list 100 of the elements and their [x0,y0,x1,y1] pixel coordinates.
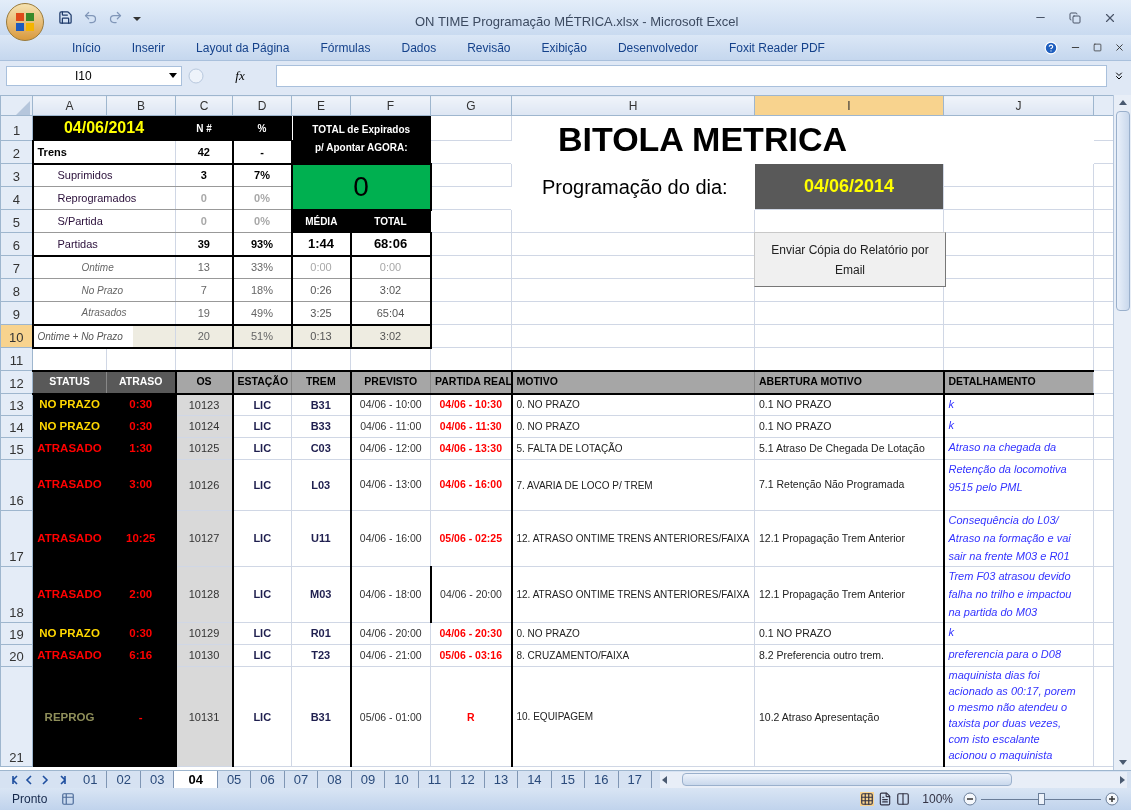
sheet-tab[interactable]: 04 [174,770,218,789]
column-header[interactable]: F [350,95,431,116]
expand-formula-icon[interactable] [1113,69,1125,82]
row-header[interactable]: 14 [0,415,33,438]
zoom-in-icon[interactable] [1105,792,1119,806]
column-header[interactable]: D [232,95,292,116]
table-cell: L03 [291,459,351,511]
column-header[interactable]: A [32,95,107,116]
zoom-thumb[interactable] [1037,793,1045,805]
ribbon-tab[interactable]: Foxit Reader PDF [728,38,825,57]
save-icon[interactable] [58,10,73,25]
scroll-thumb[interactable] [682,773,1012,786]
previous-sheet-icon[interactable] [24,774,34,785]
table-cell: 7% [232,163,292,187]
table-cell: 18% [232,278,292,302]
row-header[interactable]: 10 [0,324,33,348]
row-header[interactable]: 2 [0,140,33,164]
row-header[interactable]: 7 [0,255,33,279]
row-label: Trens [32,140,176,164]
restore-icon[interactable] [1069,11,1081,24]
table-cell: 10125 [175,437,233,460]
column-header[interactable]: C [175,95,233,116]
zoom-level[interactable]: 100% [922,790,953,808]
ribbon-tab[interactable]: Layout da Página [196,38,290,57]
ribbon-tab[interactable]: Inserir [131,38,166,57]
column-header[interactable]: I [754,95,944,116]
normal-view-icon[interactable] [860,792,875,806]
ribbon-tab[interactable]: Início [72,38,101,57]
column-heading: DETALHAMENTO [943,370,1094,394]
row-label: Partidas [32,232,176,256]
table-cell: LIC [232,644,292,667]
office-button[interactable] [6,2,44,41]
row-header[interactable]: 1 [0,115,33,141]
column-header[interactable]: E [291,95,351,116]
row-header[interactable]: 16 [0,459,33,511]
scroll-right-icon[interactable] [1117,774,1127,785]
next-sheet-icon[interactable] [40,774,50,785]
row-header[interactable]: 3 [0,163,33,187]
dropdown-caret-icon[interactable] [169,72,177,79]
row-header[interactable]: 21 [0,666,33,767]
row-label: Reprogramados [32,186,176,210]
close-icon[interactable] [1114,42,1125,53]
row-header[interactable]: 8 [0,278,33,302]
row-header[interactable]: 17 [0,510,33,567]
ribbon-tab[interactable]: Fórmulas [320,38,371,57]
row-header[interactable]: 13 [0,393,33,416]
row-header[interactable]: 5 [0,209,33,233]
ribbon-tab[interactable]: Revisão [467,38,511,57]
row-header[interactable]: 19 [0,622,33,645]
row-header[interactable]: 6 [0,232,33,256]
table-cell: 5.1 Atraso De Chegada De Lotação [754,437,944,460]
row-label: Atrasados [32,301,176,325]
formula-input[interactable] [276,64,1107,87]
row-header[interactable]: 20 [0,644,33,667]
restore-icon[interactable] [1093,43,1102,52]
page-layout-icon[interactable] [878,792,893,806]
row-header[interactable]: 11 [0,347,33,371]
table-cell: 10:25 [106,510,176,567]
table-cell: 10126 [175,459,233,511]
ribbon-tab[interactable]: Dados [401,38,437,57]
row-header[interactable]: 18 [0,566,33,623]
table-cell: B31 [291,666,351,767]
column-header[interactable]: H [511,95,755,116]
zoom-out-icon[interactable] [963,792,977,806]
ribbon-tab[interactable]: Desenvolvedor [617,38,698,57]
table-cell: 7.1 Retenção Não Programada [754,459,944,511]
table-cell: 0% [232,209,292,233]
table-cell: LIC [232,666,292,767]
scroll-left-icon[interactable] [660,774,670,785]
table-cell: 8.2 Preferencia outro trem. [754,644,944,667]
table-cell: - [232,140,292,164]
email-report-button[interactable]: Enviar Cópia do Relatório por Email [754,232,946,287]
help-icon[interactable] [1044,40,1058,55]
table-cell: 04/06 - 13:00 [350,459,431,511]
scroll-thumb[interactable] [1115,111,1130,311]
detail-cell: k [943,415,1094,438]
ribbon-tab[interactable]: Exibição [541,38,587,57]
table-cell: 10.2 Atraso Apresentação [754,666,944,767]
page-break-icon[interactable] [896,792,911,806]
row-label: Suprimidos [32,163,176,187]
row-header[interactable]: 9 [0,301,33,325]
table-cell: 39 [175,232,233,256]
insert-function-button[interactable]: fx [210,65,270,86]
row-header[interactable]: 4 [0,186,33,210]
table-cell: 42 [175,140,233,164]
row-header[interactable]: 15 [0,437,33,460]
vertical-scrollbar[interactable] [1113,95,1131,770]
column-header[interactable]: J [943,95,1094,116]
table-cell: LIC [232,622,292,645]
horizontal-scrollbar[interactable] [660,771,1127,788]
column-heading: ABERTURA MOTIVO [754,370,944,394]
table-cell: 04/06 - 20:30 [430,622,512,645]
column-header[interactable]: G [430,95,512,116]
table-cell: 0 [175,186,233,210]
row-header[interactable]: 12 [0,370,33,394]
table-cell: 04/06 - 11:30 [430,415,512,438]
table-cell: C03 [291,437,351,460]
table-cell: LIC [232,437,292,460]
name-box[interactable]: I10 [6,65,182,86]
column-header[interactable]: B [106,95,176,116]
